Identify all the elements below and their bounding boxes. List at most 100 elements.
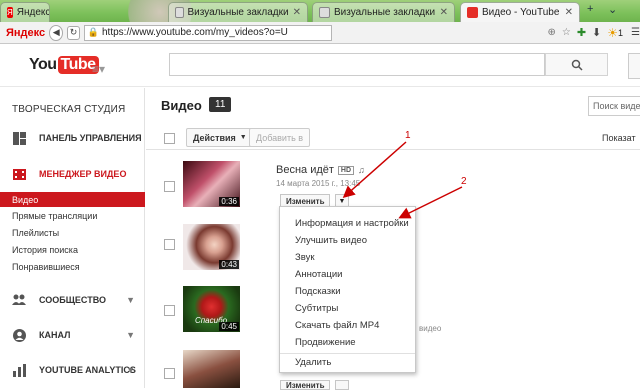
caret-down-icon: ▼ <box>239 134 247 141</box>
sidebar-item-videos[interactable]: Видео <box>0 192 145 207</box>
menu-item-label: Аннотации <box>295 269 343 280</box>
button-label: Добавить в <box>256 132 304 143</box>
reader-icon[interactable]: ⊕ <box>547 27 555 38</box>
logo-you: You <box>29 56 57 73</box>
youtube-logo[interactable]: You Tube <box>29 56 99 74</box>
page-title: Видео <box>161 98 202 113</box>
sidebar-item-dashboard[interactable]: ПАНЕЛЬ УПРАВЛЕНИЯ <box>0 131 145 145</box>
video-date: 14 марта 2015 г., 13:45 <box>276 179 361 188</box>
youtube-icon <box>467 7 478 18</box>
youtube-header: You Tube ≡▾ <box>0 45 640 87</box>
sidebar-item-channel[interactable]: КАНАЛ ▼ <box>0 328 145 342</box>
sidebar-label: СООБЩЕСТВО <box>39 295 106 305</box>
button-label: Действия <box>193 132 236 143</box>
yandex-brand[interactable]: Яндекс <box>6 27 45 39</box>
actions-dropdown-button[interactable]: Действия ▼ <box>186 128 254 147</box>
sidebar-label: МЕНЕДЖЕР ВИДЕО <box>39 169 127 179</box>
page-icon <box>175 7 184 18</box>
video-meta-text: видео <box>419 324 442 333</box>
search-button[interactable] <box>545 53 608 76</box>
page-icon <box>319 7 330 18</box>
video-thumbnail[interactable]: 0:43 <box>183 224 240 270</box>
tab-visual-bookmarks-1[interactable]: Визуальные закладки ✕ <box>168 2 308 22</box>
menu-item-label: Продвижение <box>295 337 356 348</box>
sidebar-label: YOUTUBE ANALYTICS <box>39 365 136 375</box>
tab-youtube-video[interactable]: Видео - YouTube ✕ <box>460 2 580 22</box>
close-tab-icon[interactable]: ✕ <box>293 7 301 18</box>
menu-item-promote[interactable]: Продвижение <box>280 334 415 351</box>
video-thumbnail[interactable]: Спасибо 0:45 <box>183 286 240 332</box>
sidebar-label: Плейлисты <box>12 227 60 238</box>
studio-title[interactable]: ТВОРЧЕСКАЯ СТУДИЯ <box>12 104 125 115</box>
video-thumbnail[interactable] <box>183 350 240 388</box>
add-to-button[interactable]: Добавить в <box>249 128 311 147</box>
video-search-input[interactable]: Поиск видео <box>588 96 640 116</box>
tab-label: Визуальные закладки <box>334 7 436 18</box>
url-field[interactable]: 🔒 https://www.youtube.com/my_videos?o=U <box>83 24 333 41</box>
close-tab-icon[interactable]: ✕ <box>565 7 573 18</box>
annotation-label-1: 1 <box>405 130 411 141</box>
menu-item-subtitles[interactable]: Субтитры <box>280 300 415 317</box>
upload-button[interactable] <box>628 53 640 79</box>
edit-button[interactable]: Изменить <box>280 380 331 390</box>
video-checkbox[interactable] <box>164 305 175 316</box>
menu-icon[interactable]: ☰ <box>631 27 640 38</box>
video-title[interactable]: Весна идёт <box>276 164 334 176</box>
menu-item-annotations[interactable]: Аннотации <box>280 266 415 283</box>
people-icon <box>12 293 26 307</box>
search-icon <box>571 59 583 71</box>
select-all-checkbox[interactable] <box>164 133 175 144</box>
weather-value: 1 <box>618 27 624 38</box>
back-button[interactable]: ◀ <box>49 24 64 41</box>
menu-item-info-settings[interactable]: Информация и настройки <box>280 215 415 232</box>
menu-item-label: Информация и настройки <box>295 218 409 229</box>
video-checkbox[interactable] <box>164 181 175 192</box>
video-title-row: Весна идёт HD ♫ <box>276 164 365 176</box>
sidebar-item-live[interactable]: Прямые трансляции <box>0 208 145 223</box>
sidebar-label: КАНАЛ <box>39 330 71 340</box>
guide-menu-icon[interactable]: ≡▾ <box>92 62 105 76</box>
tab-yandex[interactable]: Я Яндекс <box>0 2 50 22</box>
url-text: https://www.youtube.com/my_videos?o=U <box>101 27 288 38</box>
weather-icon[interactable]: ☀ <box>607 26 618 40</box>
sidebar-item-community[interactable]: СООБЩЕСТВО ▼ <box>0 293 145 307</box>
sidebar-label: ПАНЕЛЬ УПРАВЛЕНИЯ <box>39 133 142 143</box>
menu-item-label: Скачать файл MP4 <box>295 320 380 331</box>
edit-dropdown-toggle[interactable] <box>335 380 349 390</box>
reload-icon[interactable]: ↻ <box>67 25 80 40</box>
button-label: Изменить <box>286 197 325 206</box>
sidebar-label: Прямые трансляции <box>12 210 98 221</box>
menu-item-enhance[interactable]: Улучшить видео <box>280 232 415 249</box>
sidebar-item-search-history[interactable]: История поиска <box>0 242 145 257</box>
bulk-actions-toolbar: Действия ▼ Добавить в Показат <box>146 126 640 150</box>
menu-item-delete[interactable]: Удалить <box>280 354 415 371</box>
video-duration: 0:36 <box>219 197 239 206</box>
minimize-icon[interactable]: ⌄ <box>608 3 617 16</box>
browser-tab-bar: Я Яндекс Визуальные закладки ✕ Визуальны… <box>0 0 640 22</box>
menu-item-audio[interactable]: Звук <box>280 249 415 266</box>
analytics-icon <box>12 363 26 377</box>
sidebar-item-analytics[interactable]: YOUTUBE ANALYTICS ▼ <box>0 363 145 377</box>
search-input[interactable] <box>169 53 545 76</box>
yandex-icon: Я <box>7 7 13 18</box>
video-checkbox[interactable] <box>164 368 175 379</box>
video-thumbnail[interactable]: 0:36 <box>183 161 240 207</box>
sidebar-item-video-manager[interactable]: МЕНЕДЖЕР ВИДЕО <box>0 167 145 181</box>
caret-down-icon: ▼ <box>338 198 346 205</box>
bookmark-icon[interactable]: ☆ <box>562 27 571 38</box>
bookmark-star-icon[interactable]: ✚ <box>577 26 586 39</box>
sidebar-item-playlists[interactable]: Плейлисты <box>0 225 145 240</box>
video-checkbox[interactable] <box>164 239 175 250</box>
video-count-badge: 11 <box>209 97 232 112</box>
tab-label: Визуальные закладки <box>187 7 289 18</box>
tab-visual-bookmarks-2[interactable]: Визуальные закладки ✕ <box>312 2 455 22</box>
browser-address-bar: Яндекс ◀ ↻ 🔒 https://www.youtube.com/my_… <box>0 22 640 44</box>
menu-item-cards[interactable]: Подсказки <box>280 283 415 300</box>
new-tab-icon[interactable]: + <box>587 3 593 15</box>
download-icon[interactable]: ⬇ <box>592 26 601 39</box>
account-icon <box>12 328 26 342</box>
close-tab-icon[interactable]: ✕ <box>440 7 448 18</box>
menu-item-label: Удалить <box>295 357 332 368</box>
menu-item-download-mp4[interactable]: Скачать файл MP4 <box>280 317 415 334</box>
sidebar-item-liked[interactable]: Понравившиеся <box>0 259 145 274</box>
